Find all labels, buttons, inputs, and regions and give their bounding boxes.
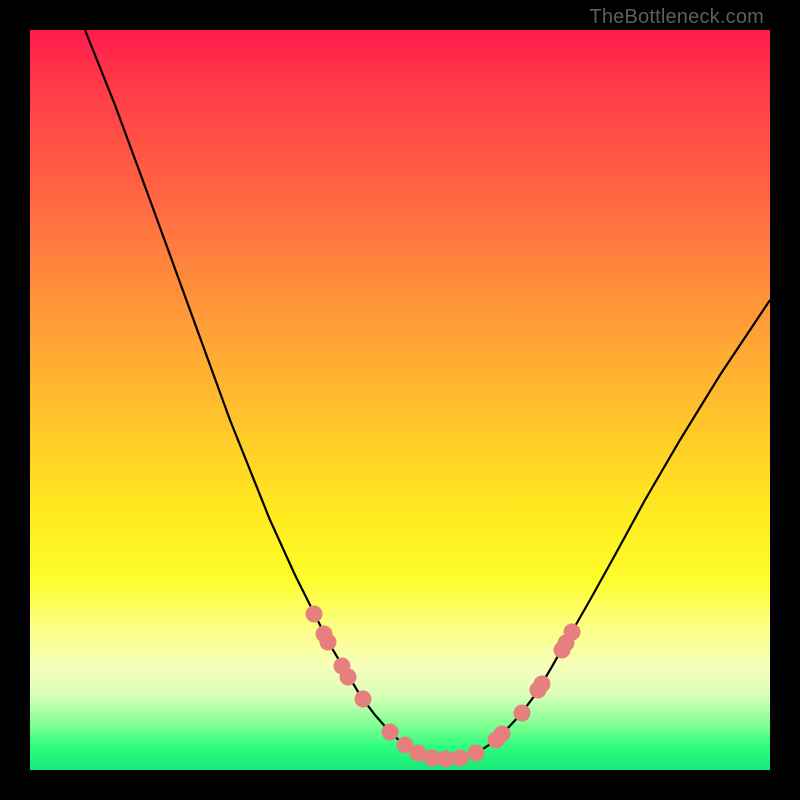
curve-marker (468, 745, 485, 762)
plot-area (30, 30, 770, 770)
curve-marker (340, 669, 357, 686)
watermark-text: TheBottleneck.com (589, 6, 764, 29)
curve-marker (452, 750, 469, 767)
curve-marker (514, 705, 531, 722)
curve-svg (30, 30, 770, 770)
curve-marker (564, 624, 581, 641)
curve-marker (382, 724, 399, 741)
curve-markers (306, 606, 581, 768)
curve-marker (534, 676, 551, 693)
chart-frame: TheBottleneck.com (0, 0, 800, 800)
curve-marker (320, 634, 337, 651)
bottleneck-curve (85, 30, 770, 759)
curve-marker (355, 691, 372, 708)
curve-marker (494, 726, 511, 743)
curve-marker (306, 606, 323, 623)
